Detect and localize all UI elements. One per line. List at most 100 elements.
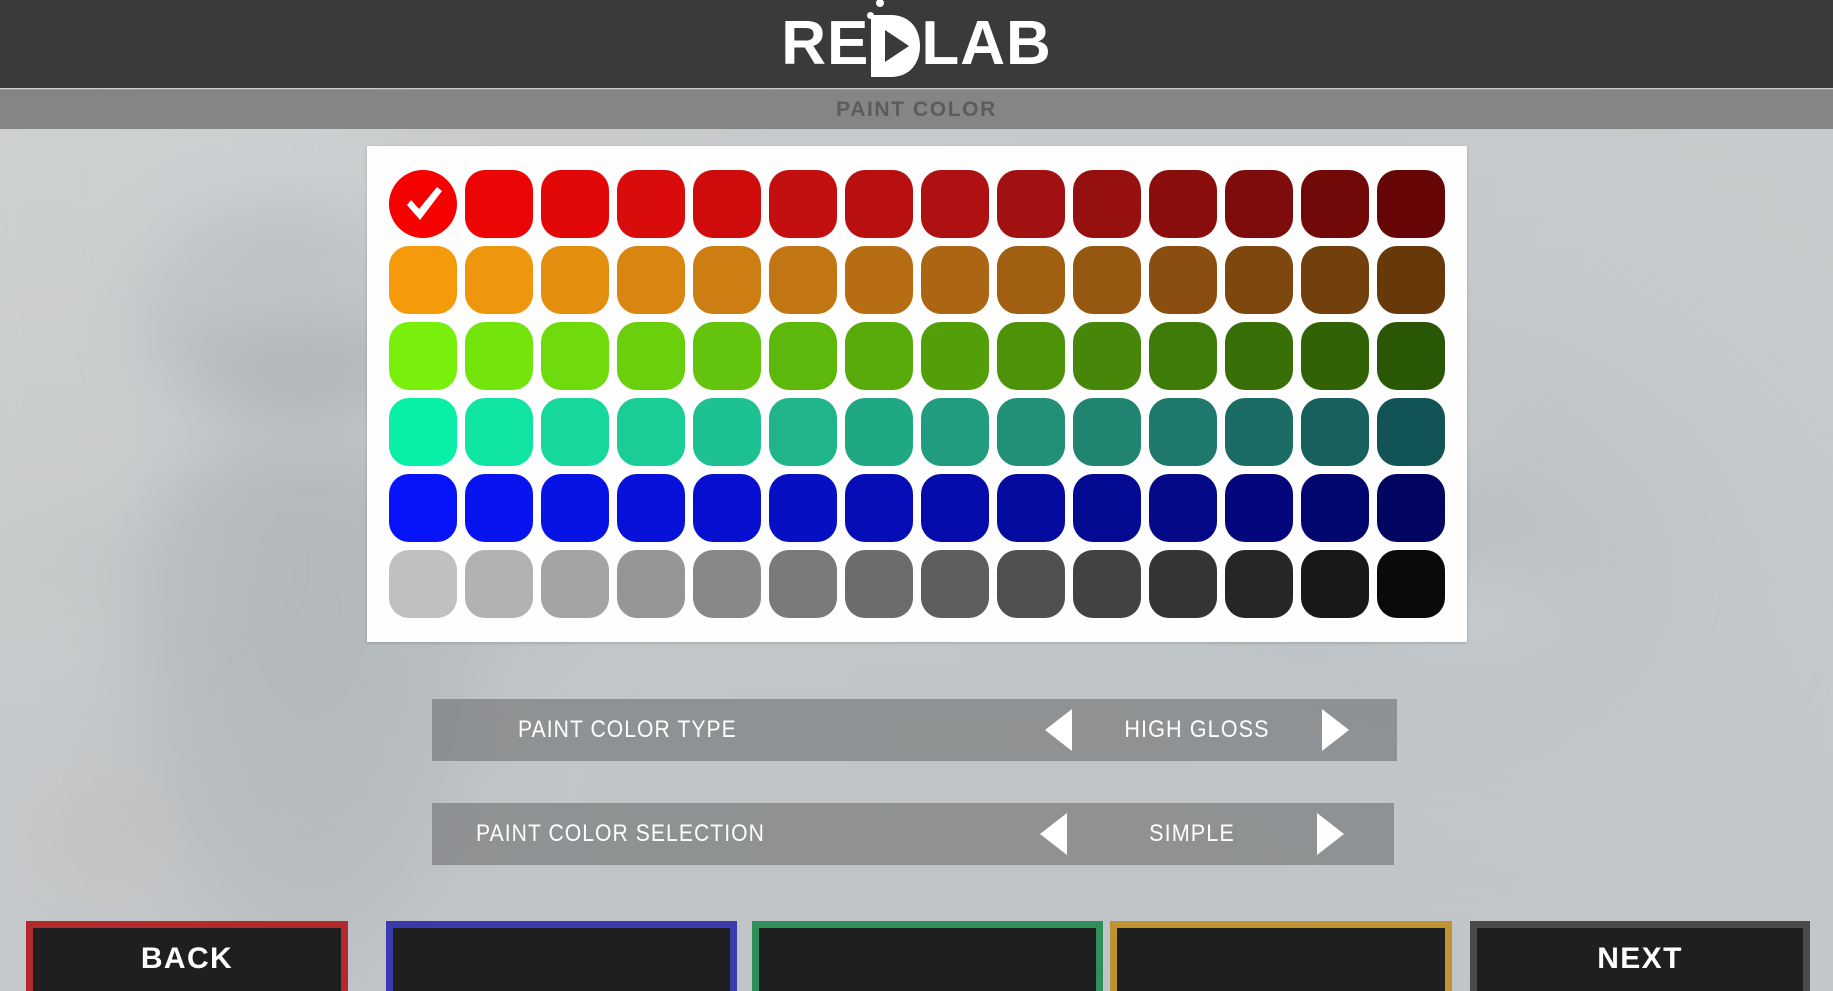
color-swatch[interactable]: [1073, 246, 1141, 314]
color-swatch[interactable]: [845, 474, 913, 542]
color-swatch[interactable]: [1073, 170, 1141, 238]
color-swatch[interactable]: [1301, 246, 1369, 314]
color-swatch[interactable]: [845, 170, 913, 238]
color-swatch[interactable]: [1225, 550, 1293, 618]
color-swatch[interactable]: [1225, 474, 1293, 542]
color-swatch[interactable]: [1225, 170, 1293, 238]
color-swatch[interactable]: [997, 398, 1065, 466]
color-swatch[interactable]: [1301, 398, 1369, 466]
color-swatch[interactable]: [389, 322, 457, 390]
color-swatch[interactable]: [769, 246, 837, 314]
color-swatch[interactable]: [1301, 170, 1369, 238]
color-swatch[interactable]: [1377, 246, 1445, 314]
color-swatch[interactable]: [541, 474, 609, 542]
color-swatch[interactable]: [1073, 474, 1141, 542]
color-swatch[interactable]: [921, 550, 989, 618]
color-swatch[interactable]: [1225, 322, 1293, 390]
color-swatch[interactable]: [1073, 398, 1141, 466]
footer-button-slot4[interactable]: [1110, 921, 1452, 991]
triangle-right-icon[interactable]: [1322, 709, 1349, 751]
color-swatch[interactable]: [1377, 550, 1445, 618]
color-swatch[interactable]: [465, 474, 533, 542]
color-swatch[interactable]: [465, 170, 533, 238]
color-swatch[interactable]: [617, 398, 685, 466]
color-swatch[interactable]: [389, 474, 457, 542]
color-swatch[interactable]: [845, 550, 913, 618]
color-swatch[interactable]: [693, 246, 761, 314]
color-swatch[interactable]: [541, 246, 609, 314]
color-swatch[interactable]: [769, 550, 837, 618]
color-swatch[interactable]: [769, 474, 837, 542]
color-swatch[interactable]: [1301, 474, 1369, 542]
color-swatch[interactable]: [1377, 170, 1445, 238]
color-swatch[interactable]: [997, 474, 1065, 542]
color-swatch[interactable]: [1301, 322, 1369, 390]
color-swatch-row: [389, 550, 1445, 618]
color-swatch[interactable]: [997, 550, 1065, 618]
page-title: PAINT COLOR: [836, 97, 997, 121]
color-swatch[interactable]: [921, 398, 989, 466]
logo-text-left: RE: [781, 9, 870, 78]
color-swatch[interactable]: [845, 322, 913, 390]
color-swatch[interactable]: [617, 474, 685, 542]
triangle-right-icon[interactable]: [1317, 813, 1344, 855]
color-swatch[interactable]: [769, 398, 837, 466]
color-swatch[interactable]: [389, 550, 457, 618]
footer-button-slot3[interactable]: [752, 921, 1103, 991]
color-swatch[interactable]: [769, 322, 837, 390]
next-button[interactable]: NEXT: [1470, 921, 1810, 991]
color-swatch[interactable]: [541, 170, 609, 238]
color-swatch[interactable]: [1301, 550, 1369, 618]
color-swatch[interactable]: [541, 398, 609, 466]
color-swatch[interactable]: [465, 322, 533, 390]
color-swatch[interactable]: [465, 398, 533, 466]
color-swatch[interactable]: [389, 398, 457, 466]
color-swatch[interactable]: [1225, 398, 1293, 466]
color-swatch[interactable]: [769, 170, 837, 238]
color-swatch[interactable]: [617, 170, 685, 238]
color-swatch-selected[interactable]: [389, 170, 457, 238]
redlab-logo: RE LAB: [781, 0, 1052, 78]
color-swatch[interactable]: [541, 322, 609, 390]
color-swatch[interactable]: [617, 246, 685, 314]
color-swatch[interactable]: [693, 474, 761, 542]
color-swatch[interactable]: [1377, 474, 1445, 542]
color-swatch[interactable]: [1149, 322, 1217, 390]
color-swatch[interactable]: [997, 246, 1065, 314]
color-swatch[interactable]: [997, 170, 1065, 238]
color-swatch[interactable]: [1149, 550, 1217, 618]
color-swatch[interactable]: [693, 398, 761, 466]
color-swatch[interactable]: [1149, 246, 1217, 314]
color-swatch[interactable]: [1149, 398, 1217, 466]
color-swatch[interactable]: [541, 550, 609, 618]
color-swatch[interactable]: [921, 246, 989, 314]
check-icon: [407, 187, 442, 220]
color-swatch[interactable]: [921, 474, 989, 542]
color-swatch[interactable]: [389, 246, 457, 314]
footer-button-slot2[interactable]: [386, 921, 737, 991]
color-swatch[interactable]: [1377, 398, 1445, 466]
color-swatch[interactable]: [693, 322, 761, 390]
color-swatch[interactable]: [465, 550, 533, 618]
triangle-left-icon[interactable]: [1045, 709, 1072, 751]
color-swatch[interactable]: [1073, 322, 1141, 390]
triangle-left-icon[interactable]: [1040, 813, 1067, 855]
color-swatch[interactable]: [921, 170, 989, 238]
color-swatch[interactable]: [921, 322, 989, 390]
color-swatch[interactable]: [693, 550, 761, 618]
color-swatch[interactable]: [845, 398, 913, 466]
color-swatch[interactable]: [997, 322, 1065, 390]
color-swatch[interactable]: [1073, 550, 1141, 618]
color-swatch[interactable]: [1225, 246, 1293, 314]
color-swatch[interactable]: [693, 170, 761, 238]
color-swatch[interactable]: [465, 246, 533, 314]
color-swatch[interactable]: [1377, 322, 1445, 390]
selector-label-paint-color-selection: PAINT COLOR SELECTION: [476, 820, 765, 847]
back-button[interactable]: BACK: [26, 921, 348, 991]
color-swatch[interactable]: [1149, 170, 1217, 238]
color-swatch[interactable]: [617, 322, 685, 390]
selector-paint-color-type: PAINT COLOR TYPE HIGH GLOSS: [432, 699, 1397, 761]
color-swatch[interactable]: [617, 550, 685, 618]
color-swatch[interactable]: [845, 246, 913, 314]
color-swatch[interactable]: [1149, 474, 1217, 542]
